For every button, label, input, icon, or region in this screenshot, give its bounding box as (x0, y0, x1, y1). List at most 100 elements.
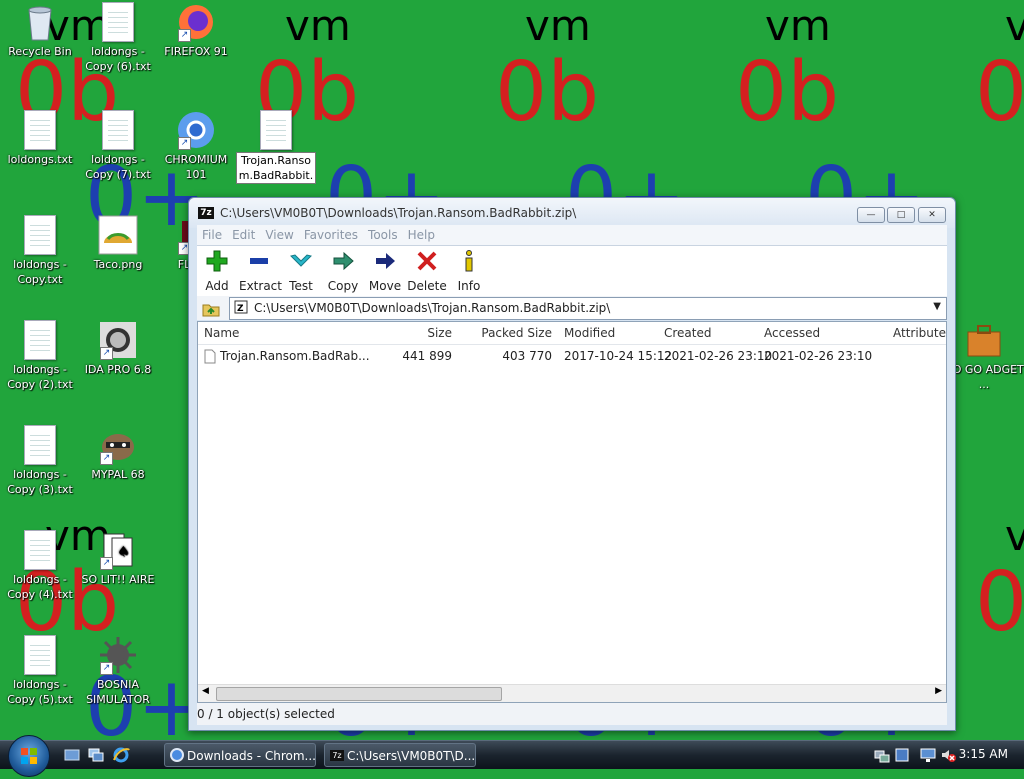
move-label: Move (368, 279, 402, 293)
desktop-icon-label: loldongs.txt (7, 153, 73, 166)
text-file-icon (20, 110, 60, 150)
raccoon-icon: ↗ (98, 425, 138, 465)
desktop-icon-label: Trojan.Ranso m.BadRabbit. (236, 152, 316, 184)
desktop-icon-label: loldongs - Copy (5).txt (7, 678, 73, 706)
row-accessed: 2021-02-26 23:10 (764, 349, 873, 363)
menu-bar: File Edit View Favorites Tools Help (197, 225, 947, 245)
archive-window[interactable]: 7z C:\Users\VM0B0T\Downloads\Trojan.Rans… (188, 197, 956, 731)
chevron-down-icon[interactable]: ▼ (933, 301, 941, 312)
toolbar: Add Extract Test Copy Move Delete Info (197, 245, 947, 296)
ida-pro-icon: ↗ (98, 320, 138, 360)
menu-file[interactable]: File (197, 225, 227, 245)
show-desktop-icon[interactable] (64, 747, 80, 763)
desktop-icon[interactable]: loldongs - Copy.txt (0, 215, 80, 287)
close-button[interactable]: ✕ (918, 207, 946, 223)
column-attribute[interactable]: Attribute (858, 322, 946, 344)
extract-icon (250, 258, 268, 264)
column-modified[interactable]: Modified (558, 322, 659, 344)
recycle-bin-icon (20, 2, 60, 42)
address-input[interactable]: Z C:\Users\VM0B0T\Downloads\Trojan.Ranso… (229, 297, 947, 320)
scrollbar-thumb[interactable] (216, 687, 502, 701)
extract-label: Extract (239, 279, 282, 293)
column-name[interactable]: Name (198, 322, 359, 344)
desktop-icon[interactable]: loldongs - Copy (4).txt (0, 530, 80, 602)
monitor-icon[interactable] (920, 747, 936, 763)
desktop-icon[interactable]: loldongs.txt (0, 110, 80, 167)
desktop-icon[interactable]: loldongs - Copy (6).txt (78, 2, 158, 74)
internet-explorer-icon[interactable] (112, 746, 130, 764)
wallpaper-0b-glyph: 0b (975, 555, 1024, 650)
desktop-icon-label: loldongs - Copy (6).txt (85, 45, 151, 73)
address-bar: Z C:\Users\VM0B0T\Downloads\Trojan.Ranso… (197, 296, 947, 320)
scroll-right-icon[interactable]: ▶ (935, 686, 942, 696)
desktop-icon[interactable]: ↗ MYPAL 68 (78, 425, 158, 482)
file-icon (204, 349, 216, 364)
window-titlebar[interactable]: 7z C:\Users\VM0B0T\Downloads\Trojan.Rans… (189, 198, 955, 228)
add-icon (206, 250, 228, 272)
test-button[interactable]: Test (281, 249, 321, 293)
scroll-left-icon[interactable]: ◀ (202, 686, 209, 696)
maximize-button[interactable]: □ (887, 207, 915, 223)
column-headers: Name Size Packed Size Modified Created A… (198, 322, 946, 345)
clock[interactable]: 3:15 AM (959, 747, 1008, 761)
desktop-icon[interactable]: ↗ FIREFOX 91 (156, 2, 236, 59)
desktop-icon[interactable]: loldongs - Copy (3).txt (0, 425, 80, 497)
wallpaper-0b-glyph: 0b (975, 45, 1024, 140)
text-file-icon (20, 425, 60, 465)
column-packed-size[interactable]: Packed Size (458, 322, 559, 344)
desktop-icon[interactable]: Taco.png (78, 215, 158, 272)
menu-help[interactable]: Help (403, 225, 440, 245)
move-button[interactable]: Move (365, 249, 405, 293)
text-file-icon (20, 320, 60, 360)
desktop-icon[interactable]: Recycle Bin (0, 2, 80, 59)
file-list[interactable]: Name Size Packed Size Modified Created A… (197, 321, 947, 703)
folder-up-icon[interactable] (201, 299, 221, 317)
test-label: Test (289, 279, 313, 293)
desktop-icon[interactable]: loldongs - Copy (2).txt (0, 320, 80, 392)
text-file-icon (98, 110, 138, 150)
status-bar: 0 / 1 object(s) selected (197, 703, 947, 725)
add-button[interactable]: Add (197, 249, 237, 293)
column-size[interactable]: Size (358, 322, 459, 344)
extract-button[interactable]: Extract (239, 249, 282, 293)
start-button[interactable] (8, 735, 50, 777)
column-accessed[interactable]: Accessed (758, 322, 859, 344)
desktop-icon[interactable]: GO GO ADGET ... (944, 320, 1024, 392)
desktop-icon[interactable]: ↗ IDA PRO 6.8 (78, 320, 158, 377)
desktop-icon[interactable]: ↗ CHROMIUM 101 (156, 110, 236, 182)
horizontal-scrollbar[interactable]: ◀ ▶ (198, 684, 946, 702)
test-icon (290, 254, 312, 267)
7zip-icon: 7z (330, 750, 344, 761)
taskbar-item-label: C:\Users\VM0B0T\D... (347, 749, 476, 763)
7zip-icon: 7z (198, 207, 214, 219)
copy-button[interactable]: Copy (323, 249, 363, 293)
taskbar-item-7zip[interactable]: 7z C:\Users\VM0B0T\D... (324, 743, 476, 767)
column-created[interactable]: Created (658, 322, 759, 344)
menu-edit[interactable]: Edit (227, 225, 260, 245)
desktop-icon[interactable]: Trojan.Ranso m.BadRabbit. (236, 110, 316, 184)
menu-view[interactable]: View (260, 225, 298, 245)
chromium-icon (170, 748, 184, 762)
status-text: 0 / 1 object(s) selected (197, 707, 335, 721)
desktop-icon[interactable]: loldongs - Copy (5).txt (0, 635, 80, 707)
svg-text:Z: Z (237, 304, 244, 314)
briefcase-icon (964, 320, 1004, 360)
menu-tools[interactable]: Tools (363, 225, 403, 245)
info-button[interactable]: Info (449, 249, 489, 293)
tray-app-icon[interactable] (894, 747, 910, 763)
desktop-icon[interactable]: loldongs - Copy (7).txt (78, 110, 158, 182)
volume-muted-icon[interactable] (940, 747, 956, 763)
taskbar: Downloads - Chrom... 7z C:\Users\VM0B0T\… (0, 735, 1024, 777)
taskbar-item-label: Downloads - Chrom... (187, 749, 316, 763)
minimize-button[interactable]: — (857, 207, 885, 223)
desktop-icon[interactable]: ↗ BOSNIA SIMULATOR (78, 635, 158, 707)
network-icon[interactable] (874, 747, 890, 763)
delete-button[interactable]: Delete (407, 249, 447, 293)
switch-windows-icon[interactable] (88, 747, 104, 763)
menu-favorites[interactable]: Favorites (299, 225, 363, 245)
desktop-icon[interactable]: ♠ ↗ SO LIT!! AIRE (78, 530, 158, 587)
window-title: C:\Users\VM0B0T\Downloads\Trojan.Ransom.… (220, 206, 577, 220)
chromium-icon: ↗ (176, 110, 216, 150)
taskbar-item-chrome[interactable]: Downloads - Chrom... (164, 743, 316, 767)
copy-label: Copy (327, 279, 359, 293)
